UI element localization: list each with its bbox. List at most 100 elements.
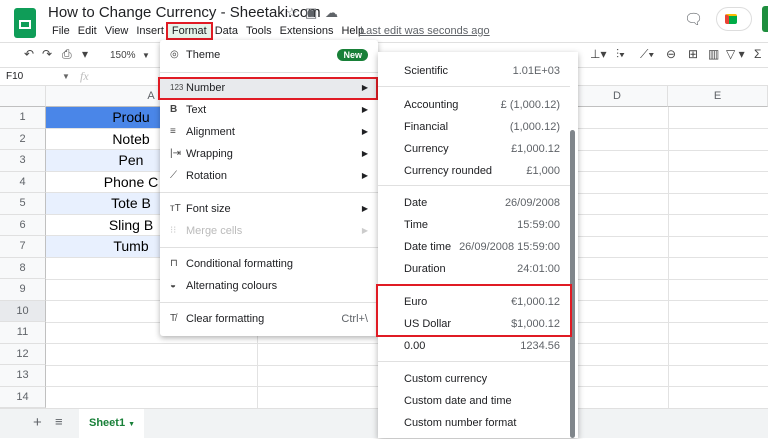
menu-view[interactable]: View [101, 24, 133, 38]
row-header[interactable]: 7 [0, 236, 46, 258]
paint-format-icon[interactable]: ▾ [82, 47, 88, 61]
option-preview: 1234.56 [520, 340, 560, 352]
menu-file[interactable]: File [48, 24, 74, 38]
menu-item-merge-cells: ⁝⁝ Merge cells ▶ [160, 220, 378, 242]
menu-extensions[interactable]: Extensions [276, 24, 338, 38]
option-preview: (1,000.12) [509, 121, 560, 133]
menu-item-conditional-formatting[interactable]: ⊓ Conditional formatting [160, 253, 378, 275]
number-format-option[interactable]: Currency rounded £1,000 [378, 160, 570, 182]
last-edit-link[interactable]: Last edit was seconds ago [360, 25, 490, 37]
column-header-d[interactable]: D [567, 86, 668, 107]
menu-edit[interactable]: Edit [74, 24, 101, 38]
comments-icon[interactable]: 🗨 [684, 10, 703, 28]
menu-item-label: Alignment [186, 126, 235, 138]
row-header[interactable]: 3 [0, 150, 46, 172]
sheet-tab-sheet1[interactable]: Sheet1 ▼ [79, 409, 144, 438]
menu-item-label: Rotation [186, 170, 227, 182]
move-folder-icon[interactable]: ▣ [305, 5, 317, 21]
number-format-option[interactable]: 0.00 1234.56 [378, 335, 570, 357]
menu-item-font-size[interactable]: тT Font size ▶ [160, 198, 378, 220]
row-header[interactable]: 2 [0, 128, 46, 150]
row-header[interactable]: 5 [0, 193, 46, 215]
row-header[interactable]: 8 [0, 257, 46, 279]
option-preview: 24:01:00 [517, 263, 560, 275]
row-header[interactable]: 4 [0, 171, 46, 193]
print-icon[interactable]: ⎙ [62, 47, 72, 62]
option-label: Financial [404, 121, 449, 133]
option-preview: 1.01E+03 [512, 65, 560, 77]
select-all-corner[interactable] [0, 86, 46, 107]
menu-item-theme[interactable]: ◎ Theme New [160, 44, 378, 66]
number-format-option[interactable]: Accounting £ (1,000.12) [378, 94, 570, 116]
document-title[interactable]: How to Change Currency - Sheetaki.com [48, 4, 321, 21]
rotation-icon: ⟋ [170, 170, 177, 181]
star-icon[interactable]: ☆ [286, 5, 298, 21]
number-format-option[interactable]: Date 26/09/2008 [378, 192, 570, 214]
menu-format[interactable]: Format [165, 22, 213, 40]
option-label: Scientific [404, 65, 449, 77]
number-format-option[interactable]: Duration 24:01:00 [378, 258, 570, 280]
cloud-status-icon[interactable]: ☁ [325, 5, 338, 21]
merge-icon: ⁝⁝ [170, 225, 177, 236]
option-label: Duration [404, 263, 446, 275]
number-format-option[interactable]: Custom date and time [378, 390, 570, 412]
number-format-option[interactable]: Scientific 1.01E+03 [378, 60, 570, 82]
functions-icon[interactable]: Σ [754, 47, 761, 61]
row-header[interactable]: 1 [0, 107, 46, 129]
menu-item-text[interactable]: B Text ▶ [160, 99, 378, 121]
menu-insert[interactable]: Insert [132, 24, 168, 38]
menu-item-label: Alternating colours [186, 280, 278, 292]
option-label: Custom currency [404, 373, 488, 385]
number-format-option[interactable]: Custom currency [378, 368, 570, 390]
filter-icon[interactable]: ▽ ▾ [726, 47, 745, 61]
row-header[interactable]: 9 [0, 279, 46, 301]
undo-icon[interactable]: ↶ [24, 47, 34, 61]
insert-chart-icon[interactable]: ▥ [708, 47, 719, 61]
new-badge: New [337, 49, 368, 61]
row-header[interactable]: 14 [0, 386, 46, 408]
row-header[interactable]: 11 [0, 322, 46, 344]
menu-item-alignment[interactable]: ≡ Alignment ▶ [160, 121, 378, 143]
menu-item-alternating-colours[interactable]: ◒ Alternating colours [160, 275, 378, 297]
row-header[interactable]: 13 [0, 365, 46, 387]
menu-bar: File Edit View Insert Format Data Tools … [48, 22, 368, 40]
number-format-option[interactable]: Financial (1,000.12) [378, 116, 570, 138]
share-button[interactable] [762, 6, 768, 32]
rotate-icon[interactable]: ⟋▾ [640, 47, 654, 62]
insert-comment-icon[interactable]: ⊞ [688, 47, 698, 61]
option-label: Custom date and time [404, 395, 512, 407]
sheet-tab-label: Sheet1 [89, 417, 126, 429]
sheet-tab-dropdown-icon[interactable]: ▼ [128, 421, 135, 428]
valign-icon[interactable]: ⊥▾ [590, 47, 606, 61]
number-format-option[interactable]: Currency £1,000.12 [378, 138, 570, 160]
redo-icon[interactable]: ↷ [42, 47, 52, 61]
row-header[interactable]: 6 [0, 214, 46, 236]
meet-button[interactable] [716, 7, 752, 31]
add-sheet-icon[interactable]: + [33, 414, 42, 431]
link-icon[interactable]: ⊖ [666, 47, 676, 61]
wrap-icon[interactable]: ⫶▾ [616, 47, 625, 62]
row-header[interactable]: 10 [0, 300, 46, 322]
sheets-logo[interactable] [14, 8, 36, 38]
menu-item-rotation[interactable]: ⟋ Rotation ▶ [160, 165, 378, 187]
option-preview: 26/09/2008 [504, 197, 560, 209]
number-format-option[interactable]: Date time 26/09/2008 15:59:00 [378, 236, 570, 258]
name-box-dropdown-icon[interactable]: ▼ [62, 72, 70, 81]
align-icon: ≡ [170, 126, 176, 137]
zoom-dropdown-icon[interactable]: ▼ [142, 51, 150, 60]
menu-data[interactable]: Data [211, 24, 242, 38]
row-header[interactable]: 12 [0, 343, 46, 365]
menu-item-clear-formatting[interactable]: T̸ Clear formatting Ctrl+\ [160, 308, 378, 330]
number-format-option[interactable]: Time 15:59:00 [378, 214, 570, 236]
number-format-option[interactable]: Custom number format [378, 412, 570, 434]
option-label: Time [404, 219, 429, 231]
menu-item-label: Conditional formatting [186, 258, 294, 270]
number-highlight-box [158, 77, 378, 100]
name-box[interactable]: F10 [6, 71, 23, 82]
menu-item-wrapping[interactable]: |⇥ Wrapping ▶ [160, 143, 378, 165]
drop-icon: ◒ [170, 280, 177, 291]
all-sheets-icon[interactable]: ≡ [55, 414, 63, 429]
zoom-select[interactable]: 150% [110, 50, 136, 61]
column-header-e[interactable]: E [668, 86, 768, 107]
menu-tools[interactable]: Tools [242, 24, 276, 38]
